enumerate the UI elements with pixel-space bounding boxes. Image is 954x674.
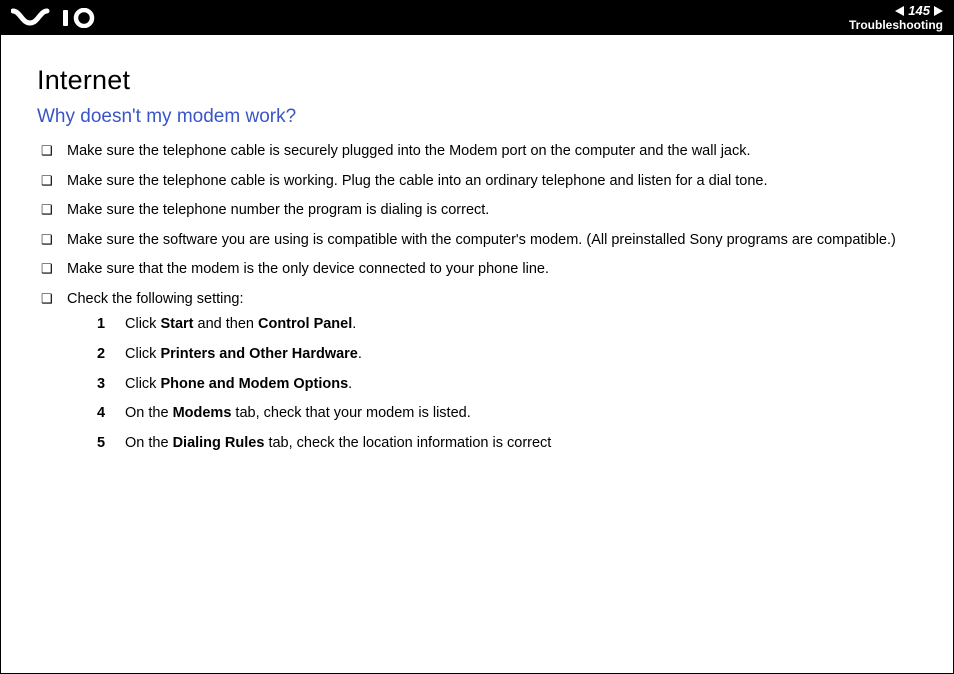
page-subtitle: Why doesn't my modem work? (37, 106, 929, 128)
step-bold: Start (160, 316, 193, 332)
bullet-list: Make sure the telephone cable is securel… (37, 142, 929, 453)
step-item: On the Modems tab, check that your modem… (97, 404, 929, 424)
vaio-logo (11, 8, 101, 28)
step-bold: Phone and Modem Options (160, 376, 348, 392)
content-area: Internet Why doesn't my modem work? Make… (1, 35, 953, 453)
list-item: Make sure the telephone number the progr… (37, 201, 929, 221)
bullet-text: Check the following setting: (67, 291, 244, 307)
list-item: Make sure the software you are using is … (37, 231, 929, 251)
list-item: Make sure that the modem is the only dev… (37, 260, 929, 280)
step-item: Click Phone and Modem Options. (97, 375, 929, 395)
step-item: Click Start and then Control Panel. (97, 315, 929, 335)
steps-list: Click Start and then Control Panel. Clic… (97, 315, 929, 453)
header-right: 145 Troubleshooting (849, 4, 943, 32)
step-item: On the Dialing Rules tab, check the loca… (97, 434, 929, 454)
step-pre: Click (125, 346, 160, 362)
document-page: 145 Troubleshooting Internet Why doesn't… (0, 0, 954, 674)
step-item: Click Printers and Other Hardware. (97, 345, 929, 365)
step-pre: Click (125, 376, 160, 392)
step-bold: Modems (173, 405, 232, 421)
step-bold: Dialing Rules (173, 435, 265, 451)
step-mid: tab, check the location information is c… (264, 435, 551, 451)
prev-page-icon[interactable] (895, 6, 904, 16)
bullet-text: Make sure the software you are using is … (67, 232, 896, 248)
next-page-icon[interactable] (934, 6, 943, 16)
step-bold: Printers and Other Hardware (160, 346, 357, 362)
header-bar: 145 Troubleshooting (1, 1, 953, 35)
vaio-logo-svg (11, 8, 101, 28)
step-pre: On the (125, 405, 173, 421)
page-navigation: 145 (849, 4, 943, 18)
step-mid: tab, check that your modem is listed. (231, 405, 470, 421)
page-number: 145 (908, 4, 930, 18)
step-post: . (358, 346, 362, 362)
bullet-text: Make sure the telephone number the progr… (67, 202, 489, 218)
step-pre: Click (125, 316, 160, 332)
step-post: . (348, 376, 352, 392)
step-bold: Control Panel (258, 316, 352, 332)
bullet-text: Make sure the telephone cable is securel… (67, 143, 751, 159)
list-item: Make sure the telephone cable is securel… (37, 142, 929, 162)
list-item: Check the following setting: Click Start… (37, 290, 929, 453)
step-mid: and then (194, 316, 259, 332)
bullet-text: Make sure that the modem is the only dev… (67, 261, 549, 277)
page-title: Internet (37, 65, 929, 96)
section-label: Troubleshooting (849, 19, 943, 32)
bullet-text: Make sure the telephone cable is working… (67, 173, 767, 189)
step-post: . (352, 316, 356, 332)
step-pre: On the (125, 435, 173, 451)
list-item: Make sure the telephone cable is working… (37, 172, 929, 192)
